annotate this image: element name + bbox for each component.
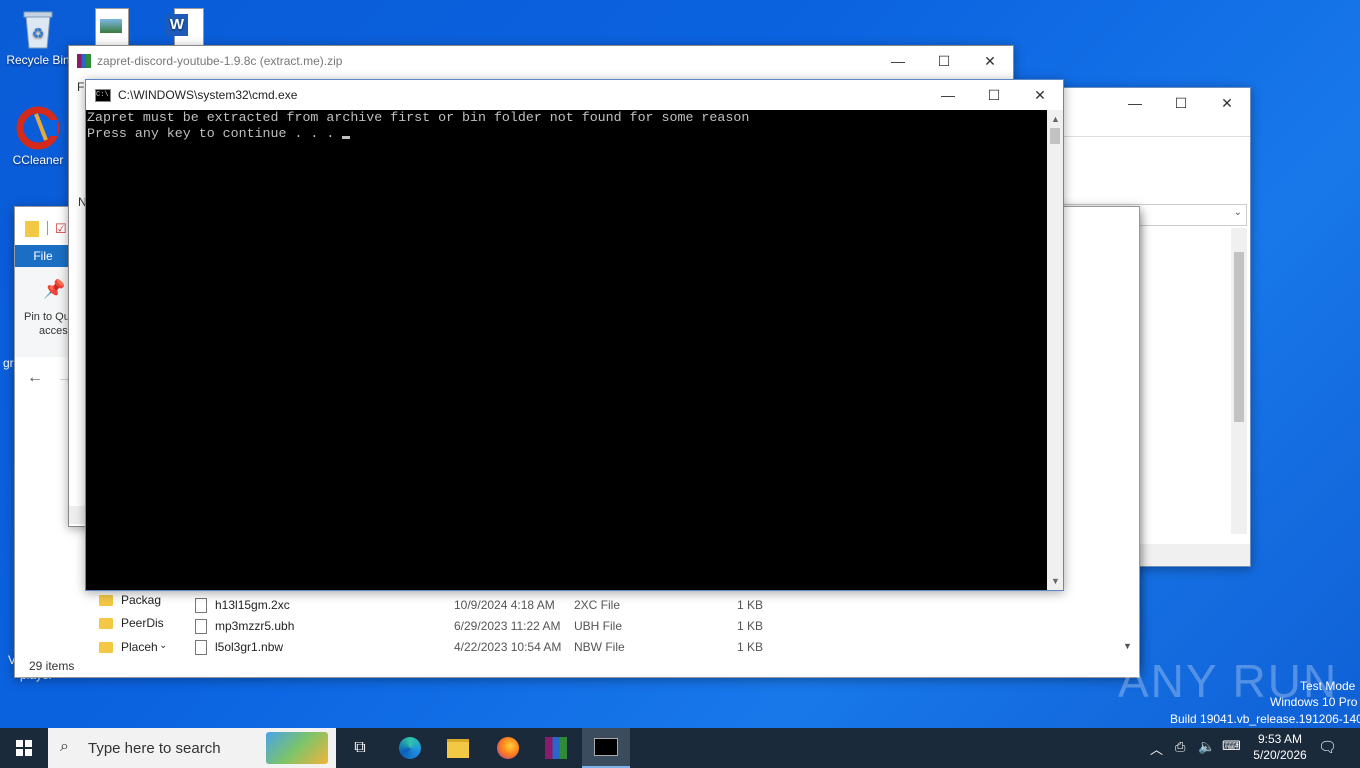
cmd-taskbar-icon[interactable] xyxy=(582,728,630,768)
file-size: 1 KB xyxy=(737,619,764,633)
file-icon xyxy=(195,619,207,635)
word-doc-icon: W xyxy=(166,8,204,46)
file-date: 10/9/2024 4:18 AM xyxy=(454,598,555,612)
file-size: 1 KB xyxy=(737,598,764,612)
minimize-button[interactable]: — xyxy=(875,46,921,76)
file-date: 6/29/2023 11:22 AM xyxy=(454,619,561,633)
start-button[interactable] xyxy=(0,728,48,768)
system-clock[interactable]: 9:53 AM 5/20/2026 xyxy=(1250,732,1310,762)
vertical-scrollbar[interactable] xyxy=(1231,228,1247,534)
pin-icon[interactable]: 📌 xyxy=(43,279,65,300)
folder-icon xyxy=(99,618,113,630)
file-icon xyxy=(195,640,207,656)
window-controls: — ☐ ✕ xyxy=(925,80,1063,110)
file-date: 4/22/2023 10:54 AM xyxy=(454,640,562,654)
test-mode-label: Test Mode xyxy=(1300,679,1356,693)
winrar-taskbar-icon[interactable] xyxy=(532,728,580,768)
desktop-icon-ccleaner[interactable]: CCleaner xyxy=(2,106,74,167)
title-bar: zapret-discord-youtube-1.9.8c (extract.m… xyxy=(69,46,1013,76)
maximize-button[interactable]: ☐ xyxy=(921,46,967,76)
windows-logo-icon xyxy=(16,740,32,756)
build-label: Build 19041.vb_release.191206-1406 xyxy=(1170,712,1360,726)
title-bar: C:\ C:\WINDOWS\system32\cmd.exe xyxy=(86,80,1063,110)
search-input[interactable]: ⌕ Type here to search xyxy=(48,728,336,768)
taskbar: ⌕ Type here to search ⧉ ︿ ⎙ 🔈 ⌨ 9:53 AM … xyxy=(0,728,1360,768)
console-output[interactable]: Zapret must be extracted from archive fi… xyxy=(86,110,1047,590)
file-explorer-icon[interactable] xyxy=(434,728,482,768)
table-row[interactable]: h13l15gm.2xc xyxy=(195,598,290,614)
folder-icon xyxy=(25,221,39,237)
file-type: UBH File xyxy=(574,619,623,633)
pin-label: Pin to Qu xyxy=(24,311,70,323)
scrollbar-thumb[interactable] xyxy=(1050,128,1060,144)
firefox-icon[interactable] xyxy=(484,728,532,768)
minimize-button[interactable]: — xyxy=(925,80,971,110)
list-item[interactable]: Packag xyxy=(99,593,161,607)
volume-icon[interactable]: 🔈 xyxy=(1198,738,1215,755)
file-type: NBW File xyxy=(574,640,625,654)
ccleaner-icon xyxy=(16,106,60,150)
text-cursor xyxy=(342,136,351,139)
scroll-down-arrow[interactable]: ▼ xyxy=(1051,576,1060,586)
console-line: Zapret must be extracted from archive fi… xyxy=(87,110,750,125)
file-type: 2XC File xyxy=(574,598,621,612)
chevron-down-icon: ⌄ xyxy=(1233,207,1242,218)
clock-time: 9:53 AM xyxy=(1257,732,1303,746)
chevron-down-icon[interactable]: ⌄ xyxy=(159,640,167,651)
vertical-scrollbar[interactable]: ▲ ▼ xyxy=(1047,110,1063,590)
folder-icon xyxy=(99,642,113,654)
table-row[interactable]: l5ol3gr1.nbw xyxy=(195,640,283,656)
desktop-icon-recycle-bin[interactable]: ♻ Recycle Bin xyxy=(2,8,74,67)
close-button[interactable]: ✕ xyxy=(1017,80,1063,110)
folder-icon xyxy=(99,595,113,607)
desktop-icon-label: Recycle Bin xyxy=(6,53,70,67)
edge-icon[interactable] xyxy=(386,728,434,768)
close-button[interactable]: ✕ xyxy=(1204,88,1250,118)
console-line: Press any key to continue . . . xyxy=(87,126,351,142)
network-icon[interactable]: ⎙ xyxy=(1175,739,1185,755)
desktop-partial-label: gr xyxy=(3,356,14,370)
status-bar-count: 29 items xyxy=(29,659,75,673)
window-title: C:\WINDOWS\system32\cmd.exe xyxy=(118,88,298,102)
minimize-button[interactable]: — xyxy=(1112,88,1158,118)
file-icon xyxy=(195,598,207,614)
list-item[interactable]: PeerDis xyxy=(99,616,164,630)
clock-date: 5/20/2026 xyxy=(1253,748,1307,762)
scrollbar-thumb[interactable] xyxy=(1234,252,1244,422)
cmd-window[interactable]: C:\ C:\WINDOWS\system32\cmd.exe — ☐ ✕ Za… xyxy=(85,79,1064,591)
svg-text:♻: ♻ xyxy=(32,25,45,41)
window-controls: — ☐ ✕ xyxy=(875,46,1013,76)
winrar-icon xyxy=(77,54,91,68)
desktop-icon-word-doc[interactable]: W xyxy=(148,8,220,49)
close-button[interactable]: ✕ xyxy=(967,46,1013,76)
list-item[interactable]: Placeh xyxy=(99,640,158,654)
windows-edition-label: Windows 10 Pro xyxy=(1270,695,1358,709)
task-view-icon[interactable]: ⧉ xyxy=(336,728,384,768)
maximize-button[interactable]: ☐ xyxy=(1158,88,1204,118)
search-placeholder: Type here to search xyxy=(88,740,221,757)
file-size: 1 KB xyxy=(737,640,764,654)
scroll-up-arrow[interactable]: ▲ xyxy=(1051,114,1060,124)
ribbon: 📌 Pin to Qu access xyxy=(15,267,73,357)
image-file-icon xyxy=(95,8,129,48)
maximize-button[interactable]: ☐ xyxy=(971,80,1017,110)
cmd-icon: C:\ xyxy=(95,88,111,102)
desktop-icon-label: CCleaner xyxy=(12,153,64,167)
show-hidden-icons-chevron[interactable]: ︿ xyxy=(1150,739,1163,758)
search-icon: ⌕ xyxy=(60,738,69,755)
search-highlight-image xyxy=(266,732,328,764)
notification-icon[interactable]: 🗨 xyxy=(1318,738,1337,756)
keyboard-icon[interactable]: ⌨ xyxy=(1222,738,1241,754)
table-row[interactable]: mp3mzzr5.ubh xyxy=(195,619,294,635)
scroll-down-arrow[interactable]: ▼ xyxy=(1123,641,1132,651)
back-arrow-icon[interactable]: ← xyxy=(27,369,43,387)
checkmark-icon: ☑ xyxy=(55,221,67,236)
window-title: zapret-discord-youtube-1.9.8c (extract.m… xyxy=(97,54,343,68)
window-controls: — ☐ ✕ xyxy=(1112,88,1250,118)
ribbon-file-tab[interactable]: File xyxy=(15,245,71,267)
recycle-bin-icon: ♻ xyxy=(20,8,56,50)
